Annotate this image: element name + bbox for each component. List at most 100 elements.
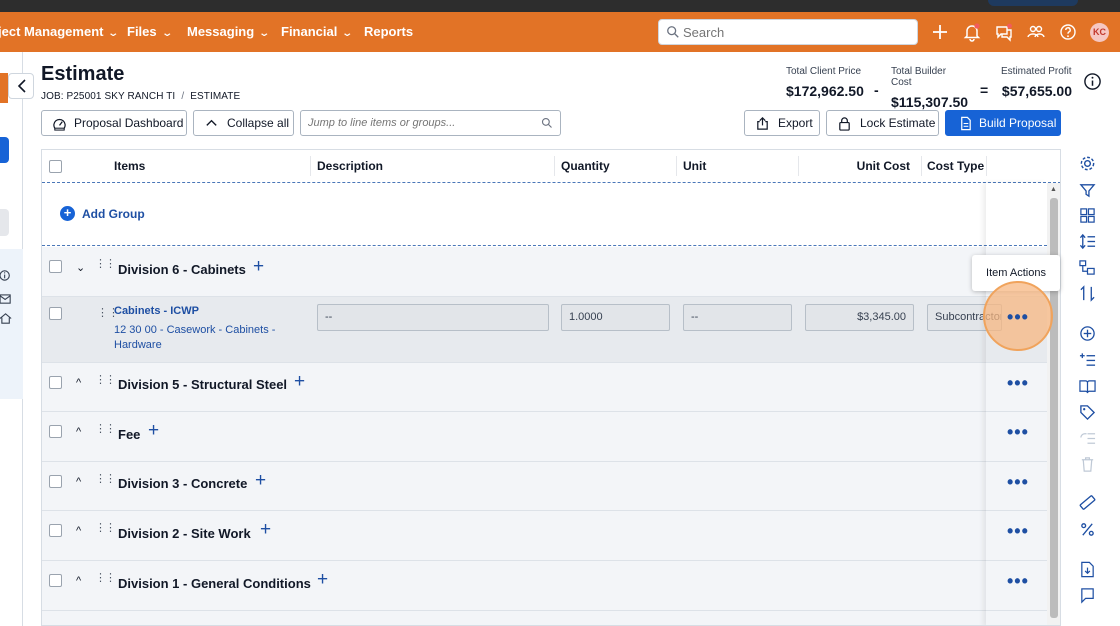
group-name: Division 1 - General Conditions	[118, 576, 311, 591]
scroll-up-arrow[interactable]: ▲	[1050, 186, 1057, 193]
jump-to-search[interactable]	[300, 110, 561, 136]
percent-icon[interactable]	[1079, 521, 1096, 538]
help-icon[interactable]	[1058, 22, 1078, 42]
unit-cost-cell[interactable]: $3,345.00	[805, 304, 914, 331]
more-actions-icon[interactable]: •••	[985, 307, 1051, 328]
tag-icon[interactable]	[1079, 404, 1096, 421]
grid-settings-icon[interactable]	[1079, 207, 1096, 224]
mail-icon[interactable]	[0, 294, 13, 305]
add-item-plus-icon[interactable]: +	[148, 420, 159, 442]
info-icon[interactable]	[0, 269, 13, 282]
column-divider[interactable]	[554, 156, 555, 176]
add-circle-icon[interactable]	[1079, 325, 1096, 342]
add-item-plus-icon[interactable]: +	[294, 371, 305, 393]
comment-icon[interactable]	[1079, 587, 1096, 604]
chevron-up-icon[interactable]: ^	[76, 525, 81, 537]
row-checkbox[interactable]	[49, 574, 62, 587]
bell-icon[interactable]	[962, 22, 982, 42]
quantity-cell[interactable]: 1.0000	[561, 304, 670, 331]
search-input[interactable]	[683, 22, 911, 42]
breadcrumb-job[interactable]: JOB: P25001 SKY RANCH TI	[41, 91, 175, 102]
proposal-dashboard-label: Proposal Dashboard	[74, 116, 184, 130]
home-icon[interactable]	[0, 312, 13, 325]
drag-handle-icon[interactable]: ⋮⋮	[97, 308, 119, 319]
chevron-up-icon[interactable]: ^	[76, 575, 81, 587]
add-line-item-icon[interactable]	[1079, 351, 1096, 368]
nav-financial[interactable]: Financial ⌄	[281, 12, 353, 52]
chevron-up-icon[interactable]: ^	[76, 426, 81, 438]
row-height-icon[interactable]	[1079, 233, 1096, 250]
group-name: Division 5 - Structural Steel	[118, 377, 288, 392]
jump-to-input[interactable]	[308, 114, 533, 132]
header-description[interactable]: Description	[317, 150, 383, 182]
unit-cell[interactable]: --	[683, 304, 792, 331]
add-item-plus-icon[interactable]: +	[255, 470, 266, 492]
lock-estimate-button[interactable]: Lock Estimate	[826, 110, 939, 136]
build-proposal-label: Build Proposal	[979, 116, 1057, 130]
chevron-up-icon[interactable]: ^	[76, 377, 81, 389]
drag-handle-icon[interactable]: ⋮⋮	[95, 523, 116, 534]
sidebar-button-fragment[interactable]	[0, 209, 9, 236]
gear-icon[interactable]	[1079, 155, 1096, 172]
avatar[interactable]: KC	[1090, 23, 1109, 42]
column-divider[interactable]	[921, 156, 922, 176]
drag-handle-icon[interactable]: ⋮⋮	[95, 573, 116, 584]
row-checkbox[interactable]	[49, 475, 62, 488]
sidebar-collapse-button[interactable]	[8, 73, 34, 99]
nav-files[interactable]: Files ⌄	[127, 12, 173, 52]
collapse-all-button[interactable]: Collapse all	[193, 110, 294, 136]
row-checkbox[interactable]	[49, 307, 62, 320]
drag-handle-icon[interactable]: ⋮⋮	[95, 259, 116, 270]
sort-icon[interactable]	[1079, 285, 1096, 302]
build-proposal-button[interactable]: Build Proposal	[945, 110, 1061, 136]
description-cell[interactable]: --	[317, 304, 549, 331]
top-navbar: ject Management ⌄ Files ⌄ Messaging ⌄ Finan…	[0, 12, 1120, 52]
row-checkbox[interactable]	[49, 376, 62, 389]
header-unit-cost[interactable]: Unit Cost	[802, 150, 910, 182]
nav-messaging[interactable]: Messaging ⌄	[187, 12, 270, 52]
total-builder-cost: Total Builder Cost $115,307.50	[891, 66, 968, 110]
header-cost-type[interactable]: Cost Type	[927, 150, 984, 182]
column-divider[interactable]	[798, 156, 799, 176]
column-divider[interactable]	[986, 156, 987, 176]
proposal-dashboard-button[interactable]: Proposal Dashboard	[41, 110, 187, 136]
header-items[interactable]: Items	[114, 150, 145, 182]
people-icon[interactable]	[1026, 22, 1046, 42]
nav-reports[interactable]: Reports	[364, 12, 413, 52]
filter-icon[interactable]	[1079, 182, 1096, 199]
sidebar-primary-button-fragment[interactable]	[0, 137, 9, 163]
add-item-plus-icon[interactable]: +	[260, 519, 271, 541]
ruler-icon[interactable]	[1079, 494, 1096, 511]
group-by-icon[interactable]	[1079, 259, 1096, 276]
select-all-checkbox[interactable]	[49, 160, 62, 173]
add-item-plus-icon[interactable]: +	[253, 256, 264, 278]
header-unit[interactable]: Unit	[683, 150, 706, 182]
add-item-plus-icon[interactable]: +	[317, 569, 328, 591]
add-group-button[interactable]: Add Group	[82, 207, 145, 221]
drag-handle-icon[interactable]: ⋮⋮	[95, 424, 116, 435]
column-divider[interactable]	[676, 156, 677, 176]
catalog-book-icon[interactable]	[1079, 378, 1096, 395]
lock-estimate-label: Lock Estimate	[860, 116, 936, 130]
chevron-down-icon[interactable]: ⌄	[76, 261, 85, 274]
import-document-icon[interactable]	[1079, 561, 1096, 578]
chat-icon[interactable]	[994, 22, 1014, 42]
export-button[interactable]: Export	[744, 110, 820, 136]
global-search[interactable]	[658, 19, 918, 45]
plus-icon[interactable]	[930, 22, 950, 42]
minus-sign: -	[874, 82, 879, 98]
header-quantity[interactable]: Quantity	[561, 150, 610, 182]
drag-handle-icon[interactable]: ⋮⋮	[95, 474, 116, 485]
nav-project-management[interactable]: ject Management ⌄	[0, 12, 120, 52]
row-checkbox[interactable]	[49, 524, 62, 537]
add-circle-icon[interactable]: +	[60, 206, 75, 221]
nav-label: Financial	[281, 24, 338, 39]
item-cost-code[interactable]: 12 30 00 - Casework - Cabinets - Hardwar…	[114, 323, 304, 353]
chevron-up-icon[interactable]: ^	[76, 476, 81, 488]
drag-handle-icon[interactable]: ⋮⋮	[95, 375, 116, 386]
info-icon[interactable]	[1083, 72, 1102, 91]
item-name-link[interactable]: Cabinets - ICWP	[114, 305, 199, 317]
row-checkbox[interactable]	[49, 260, 62, 273]
row-checkbox[interactable]	[49, 425, 62, 438]
column-divider[interactable]	[310, 156, 311, 176]
